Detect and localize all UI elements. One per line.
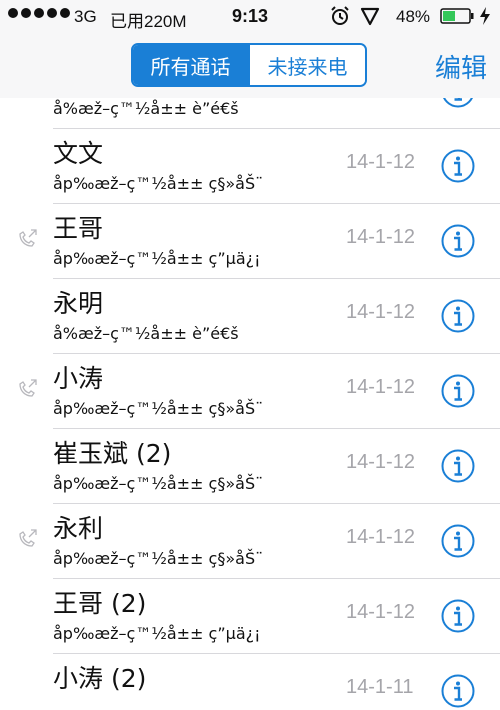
phone-screen: 3G 已用220M 9:13 48% 所有通话 未接来电 编辑 å%æž–ç™½… <box>0 0 500 710</box>
caller-location: åp‰æž–ç™½å±± ç§»åŠ¨ <box>53 549 264 568</box>
info-icon[interactable] <box>441 299 475 333</box>
call-date: 14-1-12 <box>346 226 415 248</box>
status-bar: 3G 已用220M 9:13 48% <box>0 0 500 34</box>
caller-name: 王哥 (2) <box>53 589 147 618</box>
edit-button[interactable]: 编辑 <box>435 48 487 85</box>
caller-name: 永明 <box>53 289 104 318</box>
info-icon[interactable] <box>441 599 475 633</box>
info-icon[interactable] <box>441 98 475 108</box>
call-row[interactable]: 少 å%æž–ç™½å±± è”é€š 14-1-12 <box>0 98 500 129</box>
caller-name: 文文 <box>53 139 104 168</box>
call-row[interactable]: 小涛 (2) 14-1-11 <box>0 654 500 710</box>
call-row[interactable]: 永明 å%æž–ç™½å±± è”é€š 14-1-12 <box>0 279 500 354</box>
call-date: 14-1-12 <box>346 301 415 323</box>
call-row[interactable]: 王哥 (2) åp‰æž–ç™½å±± ç”µä¿¡ 14-1-12 <box>0 579 500 654</box>
call-row[interactable]: 永利 åp‰æž–ç™½å±± ç§»åŠ¨ 14-1-12 <box>0 504 500 579</box>
call-date: 14-1-12 <box>346 526 415 548</box>
recent-calls-list[interactable]: 少 å%æž–ç™½å±± è”é€š 14-1-12 文文 åp‰æž–ç™½… <box>0 98 500 710</box>
caller-location: åp‰æž–ç™½å±± ç§»åŠ¨ <box>53 474 264 493</box>
caller-name: 小涛 <box>53 364 104 393</box>
data-usage-label: 已用220M <box>110 12 187 31</box>
caller-name: 崔玉斌 (2) <box>53 439 172 468</box>
navigation-bar: 所有通话 未接来电 编辑 <box>0 34 500 98</box>
call-date: 14-1-12 <box>346 451 415 473</box>
caller-location: åp‰æž–ç™½å±± ç”µä¿¡ <box>53 624 261 643</box>
outgoing-call-icon <box>19 379 37 397</box>
caller-name: 永利 <box>53 514 104 543</box>
battery-percent: 48% <box>396 7 431 26</box>
call-filter-segmented-control: 所有通话 未接来电 <box>131 43 367 87</box>
caller-location: å%æž–ç™½å±± è”é€š <box>53 324 239 343</box>
caller-location: åp‰æž–ç™½å±± ç”µä¿¡ <box>53 249 261 268</box>
call-date: 14-1-12 <box>346 98 415 99</box>
info-icon[interactable] <box>441 149 475 183</box>
call-date: 14-1-12 <box>346 601 415 623</box>
caller-location: åp‰æž–ç™½å±± ç§»åŠ¨ <box>53 399 264 418</box>
caller-name: 小涛 (2) <box>53 664 147 693</box>
call-date: 14-1-12 <box>346 376 415 398</box>
battery-icon <box>440 8 474 24</box>
call-row[interactable]: 文文 åp‰æž–ç™½å±± ç§»åŠ¨ 14-1-12 <box>0 129 500 204</box>
outgoing-call-icon <box>19 229 37 247</box>
segment-missed-calls[interactable]: 未接来电 <box>248 45 365 85</box>
outgoing-call-icon <box>16 98 38 100</box>
caller-location: å%æž–ç™½å±± è”é€š <box>53 99 239 118</box>
outgoing-call-icon <box>19 529 37 547</box>
info-icon[interactable] <box>441 449 475 483</box>
info-icon[interactable] <box>441 224 475 258</box>
network-type: 3G <box>74 7 97 26</box>
status-time: 9:13 <box>232 6 269 26</box>
call-date: 14-1-11 <box>346 676 414 698</box>
caller-location: åp‰æž–ç™½å±± ç§»åŠ¨ <box>53 174 264 193</box>
recent-calls-list-content: 少 å%æž–ç™½å±± è”é€š 14-1-12 文文 åp‰æž–ç™½… <box>0 98 500 710</box>
segment-all-calls[interactable]: 所有通话 <box>133 45 248 85</box>
charging-icon <box>480 7 490 25</box>
caller-name: 王哥 <box>53 214 104 243</box>
signal-dots-icon <box>8 8 70 18</box>
info-icon[interactable] <box>441 524 475 558</box>
call-date: 14-1-12 <box>346 151 415 173</box>
info-icon[interactable] <box>441 674 475 708</box>
info-icon[interactable] <box>441 374 475 408</box>
call-row[interactable]: 王哥 åp‰æž–ç™½å±± ç”µä¿¡ 14-1-12 <box>0 204 500 279</box>
alarm-icon <box>331 6 349 25</box>
call-row[interactable]: 小涛 åp‰æž–ç™½å±± ç§»åŠ¨ 14-1-12 <box>0 354 500 429</box>
location-icon <box>360 7 380 26</box>
call-row[interactable]: 崔玉斌 (2) åp‰æž–ç™½å±± ç§»åŠ¨ 14-1-12 <box>0 429 500 504</box>
